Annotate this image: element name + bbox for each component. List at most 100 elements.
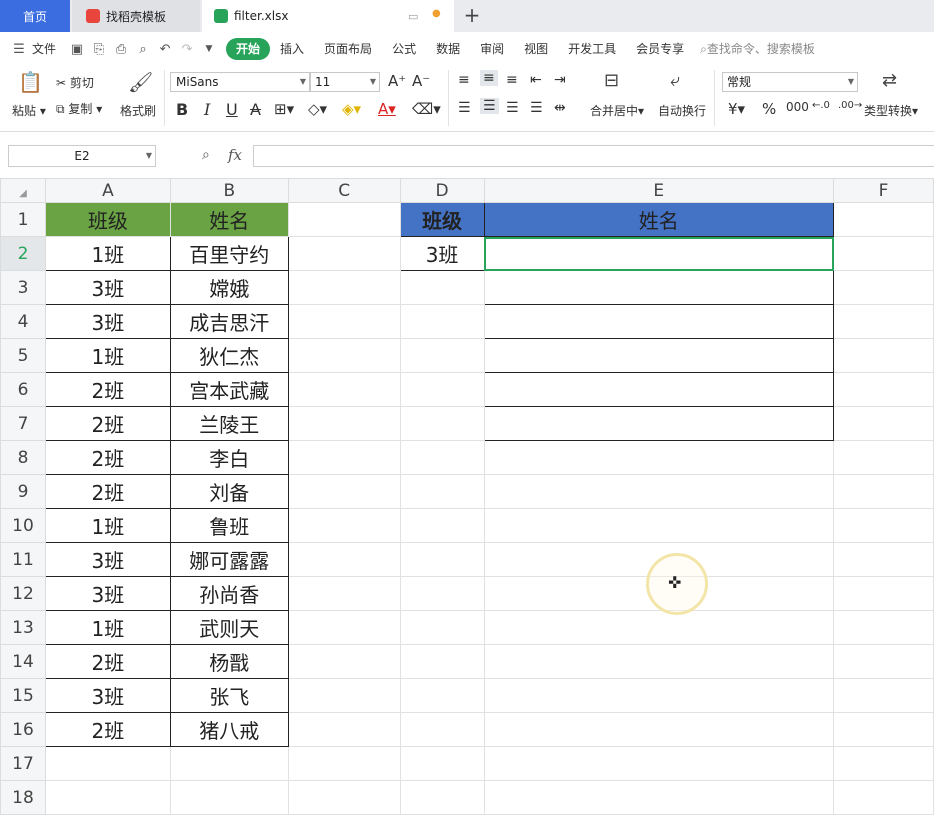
fx-icon[interactable]: fx [228,146,242,164]
name-box[interactable]: E2 ▼ [8,145,156,167]
cell-e[interactable] [483,304,835,339]
cell-c[interactable] [287,304,401,339]
cell-f[interactable] [833,440,934,475]
cell-a[interactable]: 3班 [44,542,171,577]
cell-b[interactable]: 李白 [169,440,289,475]
select-all-corner[interactable]: ◢ [0,178,46,203]
cell-c[interactable] [287,270,401,305]
new-tab-button[interactable]: + [460,4,484,28]
wrap-text-icon[interactable]: ⤶ [670,70,680,91]
cell-b[interactable]: 成吉思汗 [169,304,289,339]
cell-e1[interactable]: 姓名 [483,202,835,237]
cell-a[interactable]: 1班 [44,338,171,373]
cell-e[interactable] [483,270,835,305]
cell-d[interactable] [399,508,485,543]
cell-d[interactable] [399,780,485,815]
cell-f[interactable] [833,508,934,543]
merge-center-icon[interactable]: ⊟ [604,70,619,91]
row-header[interactable]: 12 [0,576,46,611]
cell-d[interactable] [399,542,485,577]
cell-b2[interactable]: 百里守约 [169,236,289,271]
cell-f[interactable] [833,304,934,339]
cell-c[interactable] [287,508,401,543]
cell-f[interactable] [833,610,934,645]
col-header-f[interactable]: F [833,178,934,203]
cell-d[interactable] [399,678,485,713]
decimal-decrease-icon[interactable]: .00→ [838,100,862,111]
indent-decrease-icon[interactable]: ⇤ [530,72,542,88]
row-header[interactable]: 9 [0,474,46,509]
decrease-font-icon[interactable]: A⁻ [412,72,430,90]
cell-d[interactable] [399,440,485,475]
cell-d1[interactable]: 班级 [399,202,485,237]
more-chevron-icon[interactable]: ▼ [198,44,220,54]
menu-home[interactable]: 开始 [226,38,271,60]
cell-e[interactable] [483,440,835,475]
cell-b[interactable]: 兰陵王 [169,406,289,441]
cell-d[interactable] [399,610,485,645]
undo-icon[interactable]: ↶ [154,42,176,57]
cell-b[interactable]: 鲁班 [169,508,289,543]
tab-home[interactable]: 首页 [0,0,70,32]
cell-f1[interactable] [833,202,934,237]
format-painter-button[interactable]: 格式刷 [120,102,156,119]
convert-icon[interactable]: ⇄ [882,70,897,91]
cell-b[interactable] [169,780,289,815]
row-header[interactable]: 14 [0,644,46,679]
cell-c2[interactable] [287,236,401,271]
cell-a[interactable]: 2班 [44,372,171,407]
cell-c[interactable] [287,406,401,441]
cell-f[interactable] [833,780,934,815]
hamburger-icon[interactable]: ☰ [8,42,30,57]
cell-a[interactable] [44,780,171,815]
fill-color-icon[interactable]: ◈▾ [342,100,361,118]
thousands-icon[interactable]: 000 [786,100,809,114]
cell-f[interactable] [833,746,934,781]
cell-c[interactable] [287,678,401,713]
cell-a[interactable]: 3班 [44,576,171,611]
cell-e[interactable] [483,474,835,509]
col-header-e[interactable]: E [483,178,835,203]
col-header-d[interactable]: D [399,178,485,203]
row-header[interactable]: 8 [0,440,46,475]
currency-icon[interactable]: ¥▾ [728,100,745,118]
cell-f[interactable] [833,338,934,373]
cell-f[interactable] [833,576,934,611]
cell-d[interactable] [399,270,485,305]
cell-e[interactable] [483,338,835,373]
cell-a[interactable]: 1班 [44,508,171,543]
italic-icon[interactable]: I [204,100,210,119]
row-header[interactable]: 10 [0,508,46,543]
cell-e[interactable] [483,610,835,645]
menu-view[interactable]: 视图 [514,38,558,60]
cell-d[interactable] [399,712,485,747]
row-header[interactable]: 15 [0,678,46,713]
cell-a[interactable]: 2班 [44,406,171,441]
cell-d2[interactable]: 3班 [399,236,485,271]
merge-center-button[interactable]: 合并居中▾ [590,102,644,119]
cell-d[interactable] [399,746,485,781]
row-header[interactable]: 6 [0,372,46,407]
cell-d[interactable] [399,406,485,441]
cell-c[interactable] [287,780,401,815]
cell-a[interactable]: 2班 [44,474,171,509]
wrap-text-button[interactable]: 自动换行 [658,102,706,119]
cell-f[interactable] [833,644,934,679]
paste-icon[interactable]: 📋 [18,70,43,94]
cell-c1[interactable] [287,202,401,237]
eraser-icon[interactable]: ⌫▾ [412,100,441,118]
increase-font-icon[interactable]: A⁺ [388,72,406,90]
zoom-icon[interactable]: ⌕ [202,147,210,163]
cell-c[interactable] [287,542,401,577]
row-header[interactable]: 5 [0,338,46,373]
distribute-icon[interactable]: ⇹ [554,100,566,116]
cell-f2[interactable] [833,236,934,271]
export-icon[interactable]: ⎘ [88,42,110,57]
cell-e[interactable] [483,678,835,713]
format-painter-icon[interactable]: 🖌 [128,70,153,94]
font-size-select[interactable]: 11 ▼ [310,72,380,92]
copy-button[interactable]: ⧉ 复制 ▾ [56,100,102,117]
cell-f[interactable] [833,678,934,713]
cell-d[interactable] [399,372,485,407]
cell-a[interactable]: 2班 [44,712,171,747]
